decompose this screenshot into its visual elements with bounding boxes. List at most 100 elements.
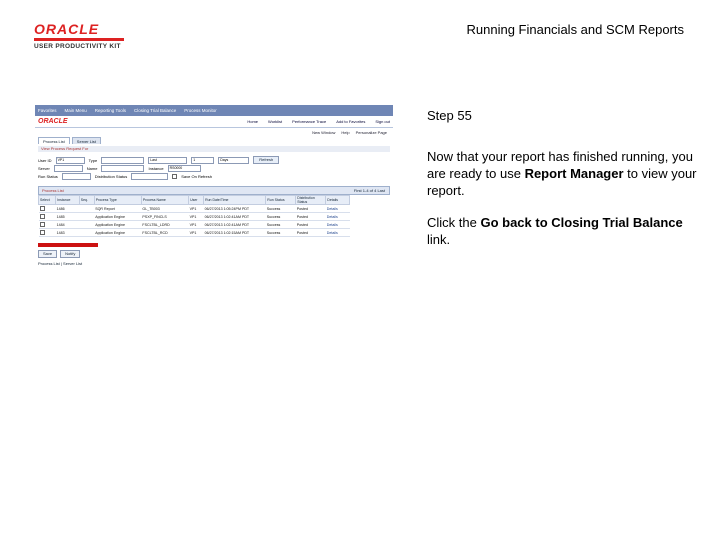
filter-row: User ID VP1 Type Last 1 Days Refresh <box>38 156 390 164</box>
page-title: Running Financials and SCM Reports <box>466 22 685 37</box>
run-status-select[interactable] <box>61 172 91 180</box>
cell-seq <box>79 204 95 213</box>
instruction-text: link. <box>427 232 451 247</box>
nav-item-favorites[interactable]: Favorites <box>38 108 57 113</box>
save-button[interactable]: Save <box>38 250 58 258</box>
cell-run-status: Success <box>265 204 296 213</box>
cell-run-datetime: 06/27/2013 1:02:15AM PDT <box>203 228 266 237</box>
type-select[interactable] <box>101 156 145 164</box>
col-header: Select <box>37 195 57 205</box>
instruction-emphasis: Report Manager <box>524 166 624 181</box>
row-select[interactable] <box>38 228 56 237</box>
row-checkbox[interactable] <box>39 229 45 235</box>
save-on-refresh-label: Save On Refresh <box>181 173 212 179</box>
link-worklist[interactable]: Worklist <box>268 119 282 124</box>
cell-process-name: PSXP_FINCLS <box>141 212 189 221</box>
go-back-to-closing-trial-balance-link[interactable] <box>38 243 98 247</box>
link-performance-trace[interactable]: Performance Trace <box>292 119 326 124</box>
nav-item-process-monitor[interactable]: Process Monitor <box>184 108 217 113</box>
logo-subtitle: USER PRODUCTIVITY KIT <box>34 43 121 50</box>
cell-user: VP1 <box>188 228 204 237</box>
cell-user: VP1 <box>188 204 204 213</box>
oracle-upk-logo: ORACLE USER PRODUCTIVITY KIT <box>34 22 124 50</box>
embedded-screenshot: Favorites Main Menu Reporting Tools Clos… <box>35 105 393 270</box>
cell-run-datetime: 06/27/2013 1:02:41AM PDT <box>203 212 266 221</box>
distribution-status-label: Distribution Status <box>94 173 128 179</box>
row-select[interactable] <box>38 220 56 229</box>
logo-rule <box>34 38 124 41</box>
col-header: Distribution Status <box>295 195 327 205</box>
cell-distribution-status: Posted <box>295 228 326 237</box>
instruction-paragraph-1: Now that your report has finished runnin… <box>427 148 697 199</box>
link-add-to-favorites[interactable]: Add to Favorites <box>336 119 365 124</box>
cell-run-datetime: 06/27/2013 1:02:41AM PDT <box>203 220 266 229</box>
nav-item-main-menu[interactable]: Main Menu <box>65 108 87 113</box>
pager[interactable]: First 1-4 of 4 Last <box>354 187 389 194</box>
filter-row: Server Name Instance RS0000 <box>38 164 390 172</box>
notify-button[interactable]: Notify <box>60 250 81 258</box>
process-table: Select Instance Seq. Process Type Proces… <box>37 195 350 237</box>
link-home[interactable]: Home <box>247 119 258 124</box>
cell-distribution-status: Posted <box>295 204 326 213</box>
cell-process-type: SQR Report <box>94 204 142 213</box>
table-row: 1484 Application Engine FSCLTBL_LDRD VP1… <box>38 220 350 229</box>
name-input[interactable] <box>101 164 145 172</box>
cell-user: VP1 <box>188 220 204 229</box>
link-help[interactable]: Help <box>341 130 349 135</box>
details-link[interactable]: Details <box>325 228 350 237</box>
user-id-input[interactable]: VP1 <box>55 156 85 164</box>
row-select[interactable] <box>38 204 56 213</box>
type-label: Type <box>88 157 98 163</box>
range-unit-select[interactable]: Days <box>218 156 250 164</box>
tab-server-list[interactable]: Server List <box>71 137 101 144</box>
cell-seq <box>79 220 95 229</box>
range-count-input[interactable]: 1 <box>191 156 215 164</box>
table-row: 1483 Application Engine FSCLTBL_RCD VP1 … <box>38 228 350 237</box>
cell-instance: 1484 <box>55 220 80 229</box>
details-link[interactable]: Details <box>325 212 350 221</box>
cell-instance: 1485 <box>55 212 80 221</box>
table-row: 1486 SQR Report GL_TB003 VP1 06/27/2013 … <box>38 204 350 213</box>
nav-item-closing-trial-balance[interactable]: Closing Trial Balance <box>134 108 176 113</box>
col-header: Process Type <box>93 195 142 205</box>
process-list-title: Process List <box>42 188 64 193</box>
cell-seq <box>79 228 95 237</box>
cell-run-status: Success <box>265 228 296 237</box>
page-tabs: Process List Server List <box>35 137 393 144</box>
details-link[interactable]: Details <box>325 220 350 229</box>
col-header: Instance <box>55 195 80 205</box>
filter-section-header: View Process Request For <box>38 146 390 152</box>
distribution-status-select[interactable] <box>131 172 169 180</box>
details-link[interactable]: Details <box>325 204 350 213</box>
row-checkbox[interactable] <box>39 213 45 219</box>
cell-instance: 1483 <box>55 228 80 237</box>
save-on-refresh-checkbox[interactable] <box>172 173 178 179</box>
table-row: 1485 Application Engine PSXP_FINCLS VP1 … <box>38 212 350 221</box>
col-header: Details <box>325 195 350 205</box>
col-header: Run Date/Time <box>203 195 267 205</box>
cell-process-name: FSCLTBL_RCD <box>141 228 189 237</box>
link-sign-out[interactable]: Sign out <box>375 119 390 124</box>
instruction-text: Click the <box>427 215 481 230</box>
cell-run-status: Success <box>265 212 296 221</box>
action-buttons: Save Notify <box>38 250 390 258</box>
cell-process-name: GL_TB003 <box>141 204 189 213</box>
tab-process-list[interactable]: Process List <box>38 137 70 144</box>
row-select[interactable] <box>38 212 56 221</box>
link-new-window[interactable]: New Window <box>312 130 335 135</box>
cell-run-datetime: 06/27/2013 1:05:24PM PDT <box>203 204 266 213</box>
instance-input[interactable]: RS0000 <box>167 164 201 172</box>
server-select[interactable] <box>53 164 83 172</box>
row-checkbox[interactable] <box>39 221 45 227</box>
cell-instance: 1486 <box>55 204 80 213</box>
server-label: Server <box>38 165 50 171</box>
range-select[interactable]: Last <box>148 156 188 164</box>
nav-item-reporting-tools[interactable]: Reporting Tools <box>95 108 126 113</box>
row-checkbox[interactable] <box>39 205 45 211</box>
link-personalize-page[interactable]: Personalize Page <box>356 130 387 135</box>
col-header: Run Status <box>265 195 297 205</box>
refresh-button[interactable]: Refresh <box>253 156 280 164</box>
cell-process-type: Application Engine <box>94 228 142 237</box>
bottom-tab-links[interactable]: Process List | Server List <box>38 261 390 266</box>
cell-distribution-status: Posted <box>295 220 326 229</box>
